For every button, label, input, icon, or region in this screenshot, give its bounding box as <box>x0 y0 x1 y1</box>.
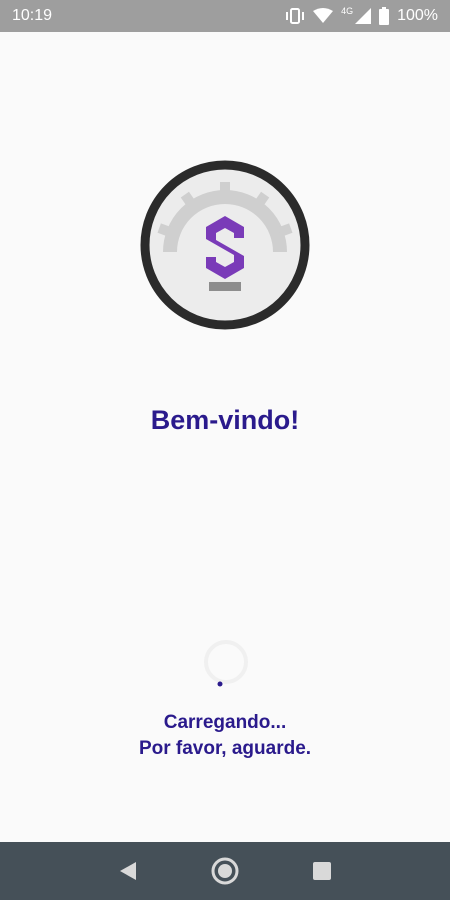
status-bar: 10:19 4G 100% <box>0 0 450 32</box>
network-type-label: 4G <box>341 6 354 16</box>
loading-spinner <box>198 634 254 690</box>
loading-line-2: Por favor, aguarde. <box>138 738 312 759</box>
back-button[interactable] <box>108 851 148 891</box>
loading-line-1: Carregando... <box>163 712 287 733</box>
home-icon <box>211 857 239 885</box>
navigation-bar <box>0 842 450 900</box>
home-button[interactable] <box>205 851 245 891</box>
back-icon <box>120 862 137 880</box>
recents-button[interactable] <box>302 851 342 891</box>
wifi-icon <box>313 8 334 24</box>
recents-icon <box>312 862 331 880</box>
status-icons: 4G 100% <box>285 6 438 25</box>
battery-icon <box>379 7 390 25</box>
welcome-title: Bem-vindo! <box>150 405 300 435</box>
vibrate-icon <box>285 8 305 24</box>
gauge-s-logo-icon <box>140 160 310 330</box>
status-time: 10:19 <box>12 7 53 24</box>
battery-percent: 100% <box>397 7 438 24</box>
signal-icon <box>355 8 372 24</box>
loading-message: Carregando... Por favor, aguarde. <box>0 710 450 762</box>
